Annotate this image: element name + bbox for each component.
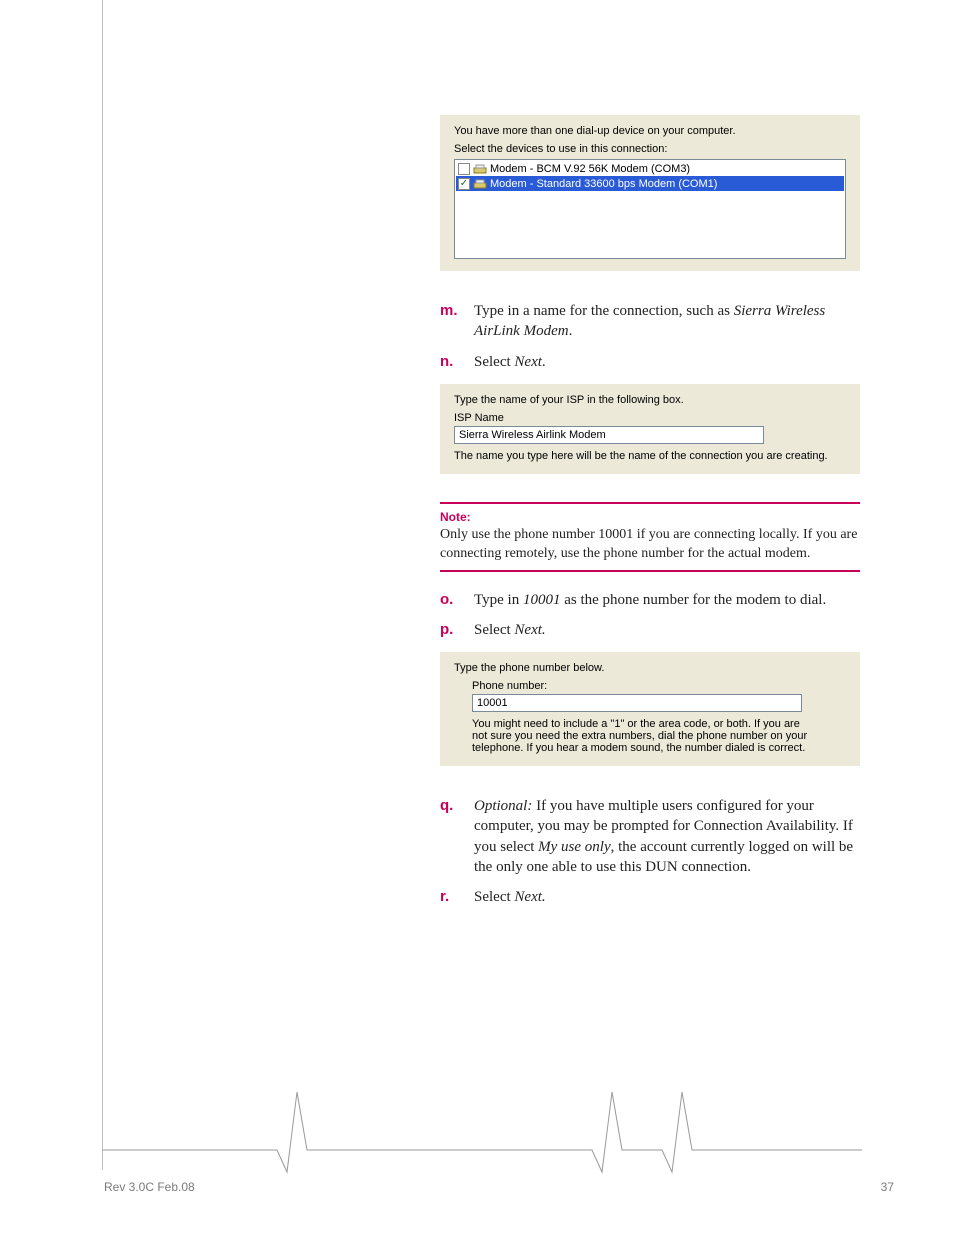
footer-decoration [102, 1080, 862, 1175]
steps-a: m. Type in a name for the connection, su… [440, 301, 860, 372]
device-item-selected[interactable]: ✓ Modem - Standard 33600 bps Modem (COM1… [456, 176, 844, 191]
note-rule-top [440, 502, 860, 504]
step-bullet: o. [440, 590, 462, 610]
step-o: o. Type in 10001 as the phone number for… [440, 590, 860, 610]
page-footer: Rev 3.0C Feb.08 37 [0, 1180, 954, 1194]
checkbox-icon[interactable] [458, 163, 470, 175]
step-text: Select Next. [474, 620, 546, 640]
panel1-line2: Select the devices to use in this connec… [454, 143, 846, 155]
modem-icon [473, 162, 487, 176]
checkbox-checked-icon[interactable]: ✓ [458, 178, 470, 190]
phone-number-input[interactable] [472, 694, 802, 712]
step-text: Optional: If you have multiple users con… [474, 796, 860, 877]
panel2-hint: The name you type here will be the name … [454, 450, 846, 462]
panel2-prompt: Type the name of your ISP in the followi… [454, 394, 846, 406]
footer-page-number: 37 [881, 1180, 894, 1194]
device-list[interactable]: Modem - BCM V.92 56K Modem (COM3) ✓ Mode… [454, 159, 846, 259]
panel3-hint: You might need to include a "1" or the a… [472, 718, 812, 754]
device-select-panel: You have more than one dial-up device on… [440, 115, 860, 271]
step-n: n. Select Next. [440, 352, 860, 372]
phone-number-panel: Type the phone number below. Phone numbe… [440, 652, 860, 766]
steps-b: o. Type in 10001 as the phone number for… [440, 590, 860, 641]
step-m: m. Type in a name for the connection, su… [440, 301, 860, 342]
isp-name-panel: Type the name of your ISP in the followi… [440, 384, 860, 474]
device-label: Modem - Standard 33600 bps Modem (COM1) [490, 178, 717, 190]
note-rule-bottom [440, 570, 860, 572]
panel3-prompt: Type the phone number below. [454, 662, 846, 674]
note-block: Note: Only use the phone number 10001 if… [440, 502, 860, 572]
page: You have more than one dial-up device on… [0, 0, 954, 1235]
step-text: Select Next. [474, 352, 546, 372]
step-text: Type in 10001 as the phone number for th… [474, 590, 826, 610]
modem-icon [473, 177, 487, 191]
step-q: q. Optional: If you have multiple users … [440, 796, 860, 877]
steps-c: q. Optional: If you have multiple users … [440, 796, 860, 907]
step-bullet: n. [440, 352, 462, 372]
step-p: p. Select Next. [440, 620, 860, 640]
step-bullet: p. [440, 620, 462, 640]
isp-name-input[interactable] [454, 426, 764, 444]
note-heading: Note: [440, 510, 860, 524]
footer-left: Rev 3.0C Feb.08 [104, 1180, 195, 1194]
panel1-line1: You have more than one dial-up device on… [454, 125, 846, 137]
step-bullet: r. [440, 887, 462, 907]
note-body: Only use the phone number 10001 if you a… [440, 526, 860, 564]
step-text: Type in a name for the connection, such … [474, 301, 860, 342]
device-item[interactable]: Modem - BCM V.92 56K Modem (COM3) [456, 161, 844, 176]
left-margin-rule [102, 0, 103, 1170]
step-bullet: m. [440, 301, 462, 342]
step-r: r. Select Next. [440, 887, 860, 907]
isp-name-label: ISP Name [454, 412, 846, 424]
step-text: Select Next. [474, 887, 546, 907]
device-label: Modem - BCM V.92 56K Modem (COM3) [490, 163, 690, 175]
phone-label: Phone number: [472, 680, 846, 692]
main-content: You have more than one dial-up device on… [440, 115, 860, 919]
step-bullet: q. [440, 796, 462, 877]
